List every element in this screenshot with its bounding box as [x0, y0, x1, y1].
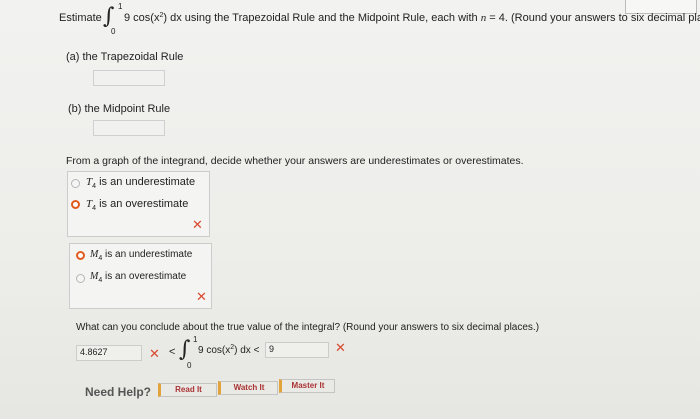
conclusion-lower-limit: 0 — [187, 361, 192, 370]
trap-under-label: T4 is an underestimate — [86, 176, 196, 190]
master-it-button[interactable]: Master It — [279, 379, 335, 393]
part-a-label: (a) the Trapezoidal Rule — [66, 51, 184, 63]
mid-under-radio[interactable] — [76, 251, 85, 260]
integral-upper-limit: 1 — [118, 2, 123, 11]
less-than-left: < — [169, 346, 176, 358]
upper-bound-input[interactable]: 9 — [265, 342, 329, 358]
n-value: = 4. (Round your answers to six decimal … — [489, 12, 700, 24]
mid-under-label: M4 is an underestimate — [90, 249, 193, 262]
trap-over-radio[interactable] — [71, 200, 80, 209]
mid-over-radio[interactable] — [76, 274, 85, 283]
trapezoidal-answer-input[interactable] — [93, 70, 165, 86]
conclusion-upper-limit: 1 — [193, 335, 198, 344]
graph-prompt: From a graph of the integrand, decide wh… — [66, 155, 524, 167]
mid-option-under[interactable]: M4 is an underestimate — [76, 249, 206, 263]
mid-over-label: M4 is an overestimate — [90, 271, 187, 284]
watch-it-button[interactable]: Watch It — [218, 381, 278, 395]
integrand-rest: ) dx using the Trapezoidal Rule and the … — [163, 12, 478, 24]
trap-option-over[interactable]: T4 is an overestimate — [71, 198, 201, 212]
mid-wrong-icon: ✕ — [196, 289, 207, 304]
trap-option-under[interactable]: T4 is an underestimate — [71, 176, 201, 190]
need-help-label: Need Help? — [85, 385, 152, 399]
part-b-label: (b) the Midpoint Rule — [68, 103, 171, 115]
conclusion-prompt: What can you conclude about the true val… — [76, 322, 540, 333]
trap-under-radio[interactable] — [71, 179, 80, 188]
lower-bound-value: 4.8627 — [80, 347, 108, 357]
estimate-label: Estimate — [59, 12, 102, 24]
lower-bound-input[interactable]: 4.8627 — [76, 345, 142, 361]
midpoint-answer-input[interactable] — [93, 120, 165, 136]
integrand: 9 cos(x — [124, 12, 160, 24]
upper-bound-wrong-icon: ✕ — [335, 340, 346, 355]
integral-sign: ∫ — [103, 4, 115, 29]
trap-wrong-icon: ✕ — [192, 217, 203, 232]
conclusion-integrand: 9 cos(x2) dx < — [198, 344, 260, 356]
trap-over-label: T4 is an overestimate — [86, 198, 189, 212]
read-it-button[interactable]: Read It — [158, 383, 217, 397]
integral-lower-limit: 0 — [111, 27, 116, 36]
integrand-power: 2 — [159, 12, 164, 19]
mid-option-over[interactable]: M4 is an overestimate — [76, 271, 206, 285]
conclusion-integral-sign: ∫ — [179, 337, 191, 362]
upper-bound-value: 9 — [269, 344, 275, 354]
lower-bound-wrong-icon: ✕ — [149, 346, 160, 361]
question-text: 9 cos(x2) dx using the Trapezoidal Rule … — [124, 12, 700, 24]
